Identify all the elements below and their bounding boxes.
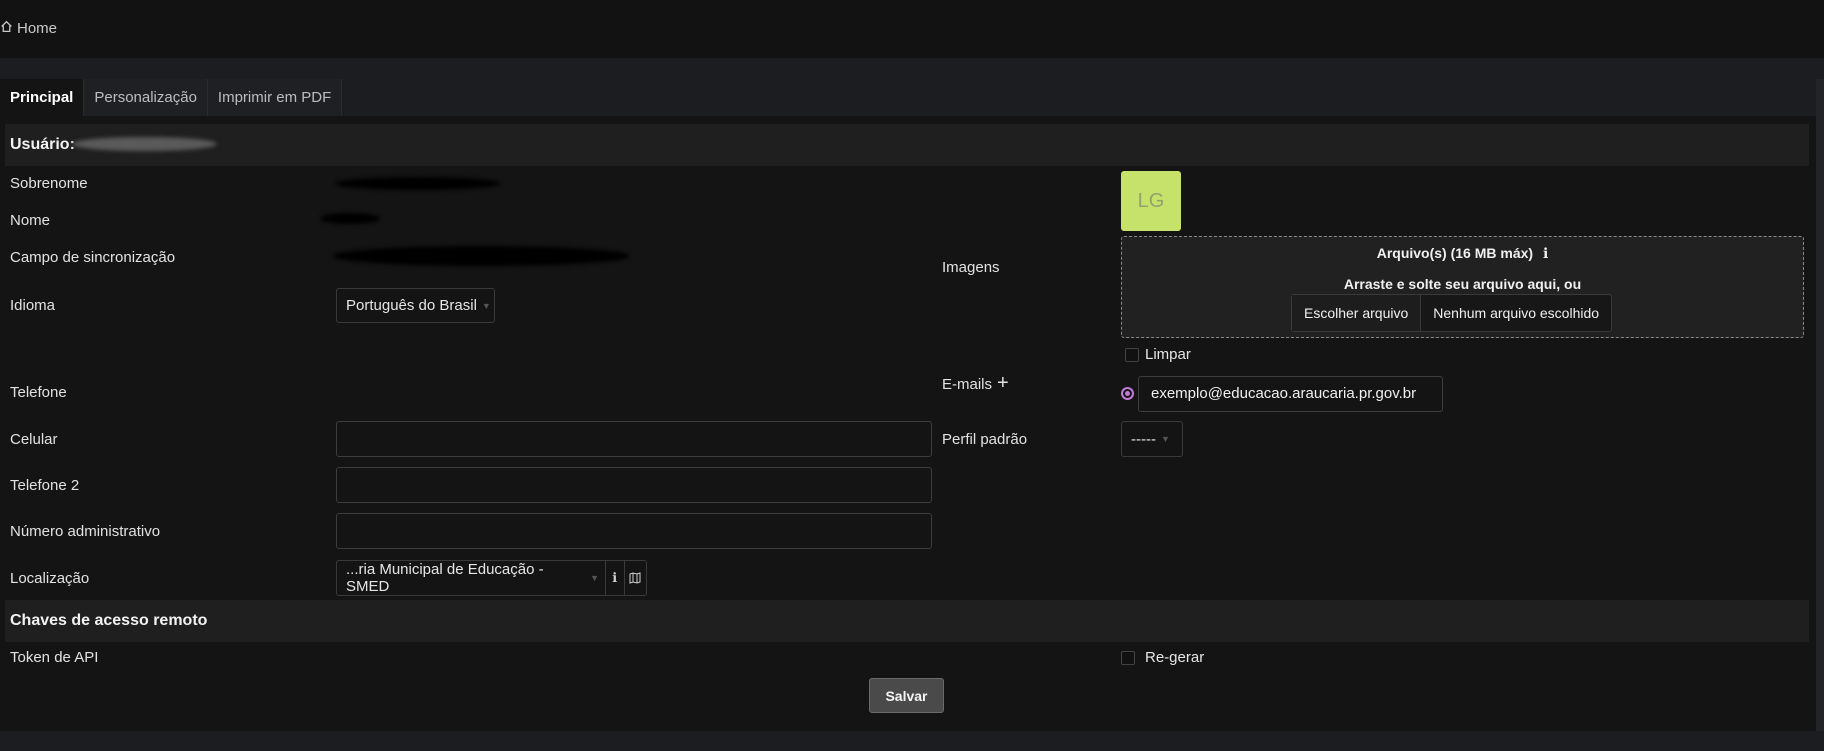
- remote-keys-title: Chaves de acesso remoto: [10, 612, 208, 629]
- email-input[interactable]: exemplo@educacao.araucaria.pr.gov.br: [1138, 376, 1443, 412]
- info-icon[interactable]: ℹ: [604, 560, 624, 596]
- user-section-header: Usuário:: [5, 124, 1809, 166]
- redacted-nome: [320, 213, 380, 224]
- file-input[interactable]: Escolher arquivo Nenhum arquivo escolhid…: [1291, 294, 1613, 332]
- remote-keys-header: Chaves de acesso remoto: [5, 600, 1809, 642]
- home-icon: [0, 20, 13, 37]
- celular-input[interactable]: [336, 421, 932, 457]
- info-icon: ℹ: [1542, 245, 1549, 261]
- label-perfil-padrao: Perfil padrão: [942, 431, 1028, 448]
- primary-email-radio[interactable]: [1121, 387, 1134, 400]
- chevron-down-icon: ▼: [1160, 434, 1170, 444]
- tab-imprimir-pdf[interactable]: Imprimir em PDF: [207, 79, 343, 116]
- map-icon[interactable]: [623, 560, 646, 596]
- redacted-sync-field: [333, 246, 630, 266]
- save-button[interactable]: Salvar: [869, 678, 944, 713]
- chevron-down-icon: ▼: [481, 300, 491, 311]
- location-select[interactable]: ...ria Municipal de Educação - SMED ▼ ℹ: [336, 560, 647, 596]
- telefone2-input[interactable]: [336, 467, 932, 503]
- chevron-down-icon: ▼: [590, 573, 599, 583]
- file-dropzone[interactable]: Arquivo(s) (16 MB máx) ℹ Arraste e solte…: [1121, 236, 1804, 338]
- add-email-icon[interactable]: +: [997, 372, 1009, 395]
- label-telefone: Telefone: [10, 384, 67, 401]
- choose-file-button[interactable]: Escolher arquivo: [1292, 295, 1422, 331]
- language-select[interactable]: Português do Brasil ▼: [336, 288, 495, 323]
- file-status: Nenhum arquivo escolhido: [1433, 305, 1600, 321]
- redacted-sobrenome: [335, 177, 500, 190]
- label-localizacao: Localização: [10, 570, 90, 587]
- tab-bar: Principal Personalização Imprimir em PDF: [0, 79, 343, 116]
- top-bar: Home: [0, 0, 1824, 58]
- tab-personalizacao[interactable]: Personalização: [84, 79, 208, 116]
- regerar-label: Re-gerar: [1145, 649, 1205, 666]
- redacted-username: [72, 137, 217, 151]
- label-nome: Nome: [10, 212, 51, 229]
- label-sobrenome: Sobrenome: [10, 175, 88, 192]
- scrollbar[interactable]: [1816, 79, 1824, 731]
- numero-admin-input[interactable]: [336, 513, 932, 549]
- label-token-api: Token de API: [10, 649, 99, 666]
- label-imagens: Imagens: [942, 259, 1000, 276]
- upload-title: Arquivo(s) (16 MB máx): [1376, 245, 1534, 261]
- profile-select[interactable]: ----- ▼: [1121, 421, 1183, 457]
- label-campo-sincronizacao: Campo de sincronização: [10, 249, 176, 266]
- label-emails: E-mails: [942, 376, 992, 393]
- label-celular: Celular: [10, 431, 58, 448]
- breadcrumb-home[interactable]: Home: [0, 20, 57, 37]
- user-section-title: Usuário:: [10, 136, 75, 153]
- label-telefone2: Telefone 2: [10, 477, 80, 494]
- tab-principal[interactable]: Principal: [0, 79, 85, 116]
- upload-hint: Arraste e solte seu arquivo aqui, ou: [1343, 276, 1582, 292]
- limpar-label: Limpar: [1145, 346, 1191, 363]
- label-numero-admin: Número administrativo: [10, 523, 161, 540]
- regerar-checkbox[interactable]: [1121, 651, 1135, 665]
- avatar: LG: [1121, 171, 1181, 231]
- language-select-value: Português do Brasil: [346, 297, 477, 314]
- home-label: Home: [17, 20, 58, 37]
- limpar-checkbox[interactable]: [1125, 348, 1139, 362]
- label-idioma: Idioma: [10, 297, 56, 314]
- location-select-value: ...ria Municipal de Educação - SMED: [346, 561, 544, 595]
- upload-title-row: Arquivo(s) (16 MB máx) ℹ: [1122, 245, 1803, 262]
- profile-select-value: -----: [1131, 430, 1156, 448]
- emails-label-text: E-mails: [942, 376, 993, 393]
